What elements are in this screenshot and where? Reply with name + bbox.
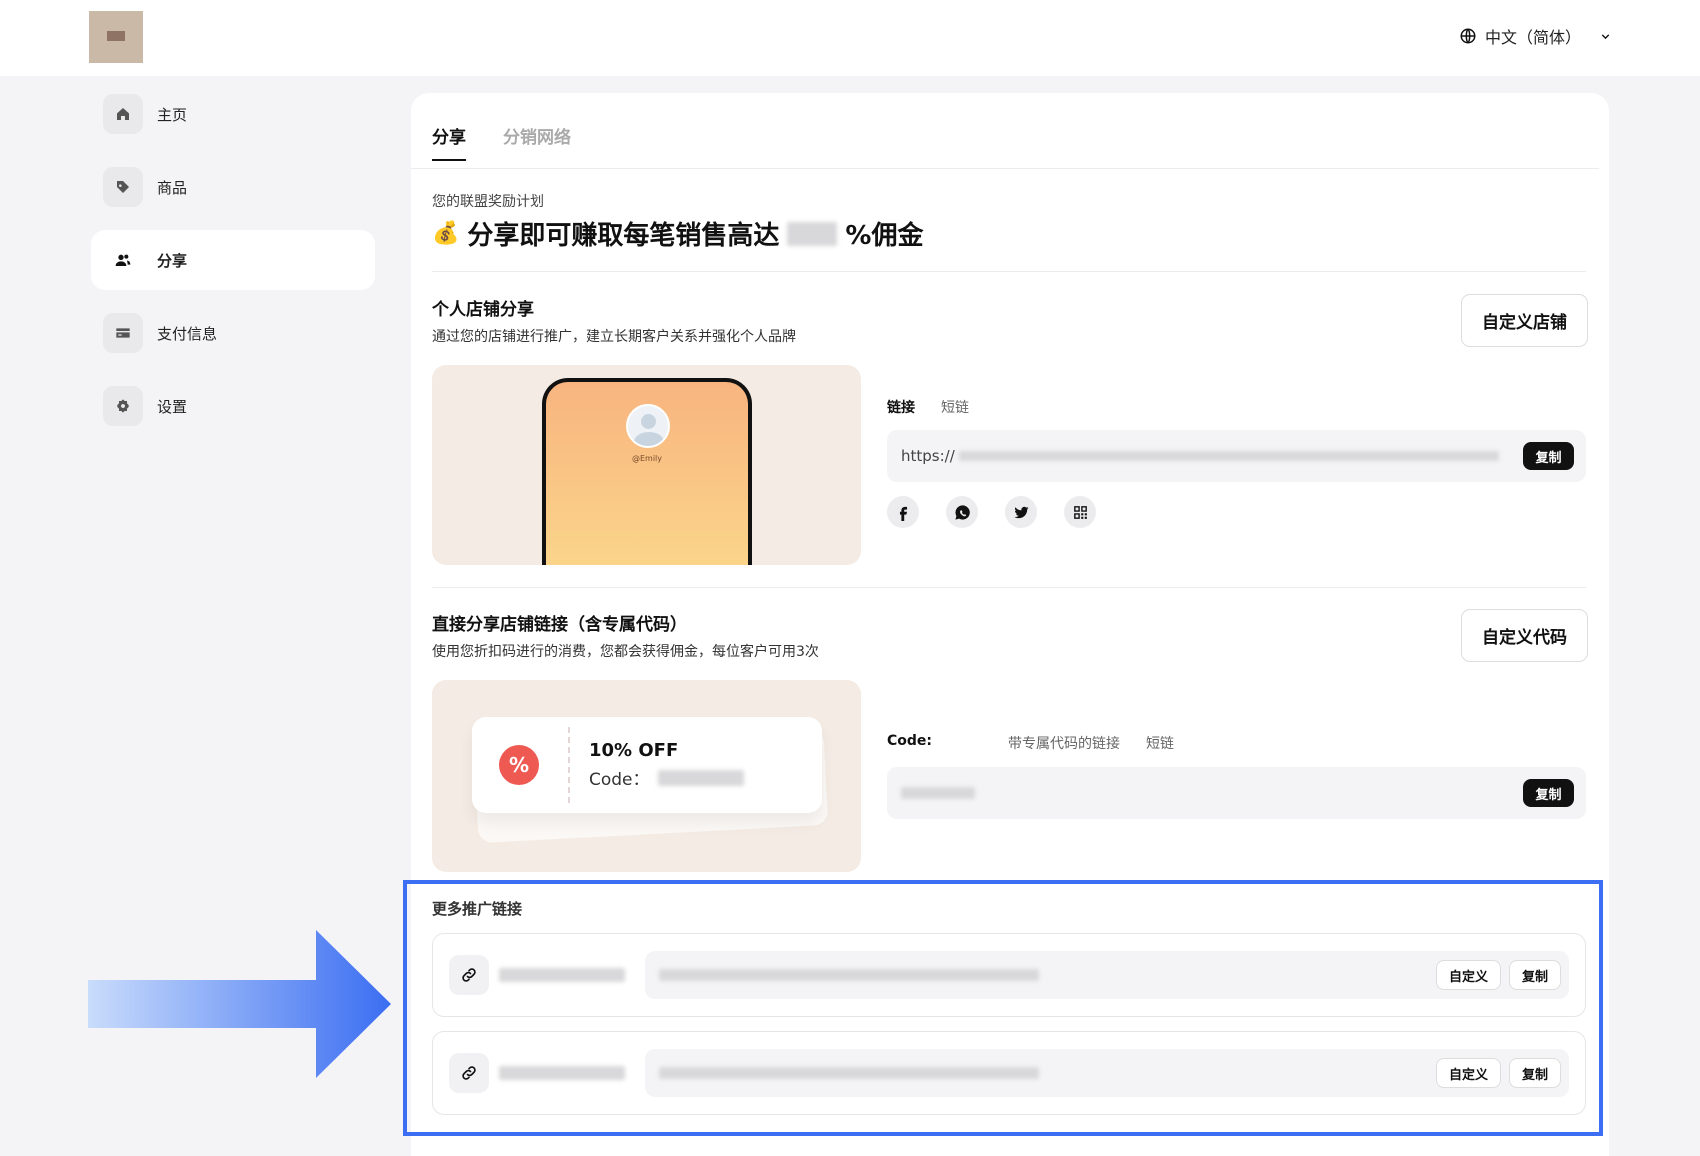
section-title: 个人店铺分享	[432, 300, 534, 320]
whatsapp-icon[interactable]	[946, 496, 978, 528]
divider	[432, 271, 1586, 272]
arrow-right-icon	[88, 930, 391, 1078]
coupon-card: % 10% OFF Code：	[472, 717, 822, 813]
commission-rate-redacted	[787, 221, 838, 246]
tab-network[interactable]: 分销网络	[503, 123, 571, 148]
tab-short-link[interactable]: 短链	[941, 397, 969, 417]
link-url-redacted	[958, 451, 1499, 461]
chevron-down-icon	[1601, 33, 1610, 39]
gear-icon	[103, 386, 143, 426]
program-subtitle: 您的联盟奖励计划	[432, 194, 544, 210]
section-subtitle: 使用您折扣码进行的消费，您都会获得佣金，每位客户可用3次	[432, 644, 819, 660]
twitter-icon[interactable]	[1005, 496, 1037, 528]
sidebar-item-label: 支付信息	[157, 324, 218, 343]
sidebar-item-label: 设置	[157, 397, 188, 416]
sidebar-item-label: 分享	[157, 251, 188, 270]
facebook-icon[interactable]	[887, 496, 919, 528]
link-prefix: https://	[901, 447, 955, 465]
copy-button[interactable]: 复制	[1523, 779, 1574, 807]
sidebar-item-settings[interactable]: 设置	[91, 376, 375, 436]
code-link-tabs: Code: 带专属代码的链接 短链	[887, 733, 1174, 753]
tab-code-link[interactable]: 带专属代码的链接	[1008, 733, 1120, 753]
code-label: Code:	[887, 733, 933, 749]
section-title: 直接分享店铺链接（含专属代码）	[432, 615, 687, 635]
tab-share[interactable]: 分享	[432, 123, 466, 161]
coupon-divider	[568, 727, 570, 803]
card-icon	[103, 313, 143, 353]
coupon-code: Code：	[589, 765, 744, 790]
sidebar-item-home[interactable]: 主页	[91, 84, 375, 144]
sidebar-item-share[interactable]: 分享	[91, 230, 375, 290]
store-logo[interactable]	[89, 11, 143, 63]
sidebar-item-label: 商品	[157, 178, 188, 197]
qr-code-icon[interactable]	[1064, 496, 1096, 528]
store-preview: @Emily	[432, 365, 861, 565]
link-type-tabs: 链接 短链	[887, 397, 969, 417]
globe-icon	[1460, 28, 1476, 44]
tab-short-link[interactable]: 短链	[1146, 733, 1174, 753]
avatar	[626, 404, 670, 448]
tab-bar: 分享 分销网络	[411, 93, 1599, 169]
coupon-code-redacted	[657, 769, 744, 786]
customize-store-button[interactable]: 自定义店铺	[1461, 294, 1588, 347]
language-selector[interactable]: 中文（简体）	[1459, 24, 1612, 48]
tab-link[interactable]: 链接	[887, 397, 915, 417]
top-bar: 中文（简体）	[0, 0, 1700, 76]
store-handle: @Emily	[631, 454, 663, 463]
sidebar-item-payment[interactable]: 支付信息	[91, 303, 375, 363]
sidebar-item-label: 主页	[157, 105, 188, 124]
highlight-box	[403, 880, 1603, 1136]
divider	[432, 587, 1586, 588]
sidebar: 主页 商品 分享 支付信息 设置	[91, 84, 375, 449]
copy-button[interactable]: 复制	[1523, 442, 1574, 470]
percent-badge-icon: %	[499, 745, 539, 785]
social-share-row	[887, 496, 1096, 528]
money-bag-icon: 💰	[432, 221, 460, 246]
coupon-discount: 10% OFF	[589, 740, 679, 761]
store-link-field[interactable]: https:// 复制	[887, 430, 1586, 482]
code-share-header: 直接分享店铺链接（含专属代码） 使用您折扣码进行的消费，您都会获得佣金，每位客户…	[432, 610, 819, 661]
users-icon	[103, 240, 143, 280]
section-subtitle: 通过您的店铺进行推广，建立长期客户关系并强化个人品牌	[432, 329, 796, 345]
tag-icon	[103, 167, 143, 207]
code-field[interactable]: 复制	[887, 767, 1586, 819]
home-icon	[103, 94, 143, 134]
coupon-preview: % 10% OFF Code：	[432, 680, 861, 872]
store-share-header: 个人店铺分享 通过您的店铺进行推广，建立长期客户关系并强化个人品牌	[432, 295, 796, 346]
code-value-redacted	[901, 787, 975, 799]
program-headline: 💰 分享即可赚取每笔销售高达 %佣金	[432, 221, 924, 251]
sidebar-item-products[interactable]: 商品	[91, 157, 375, 217]
language-label: 中文（简体）	[1484, 28, 1581, 47]
customize-code-button[interactable]: 自定义代码	[1461, 609, 1588, 662]
phone-mockup: @Emily	[542, 378, 752, 565]
